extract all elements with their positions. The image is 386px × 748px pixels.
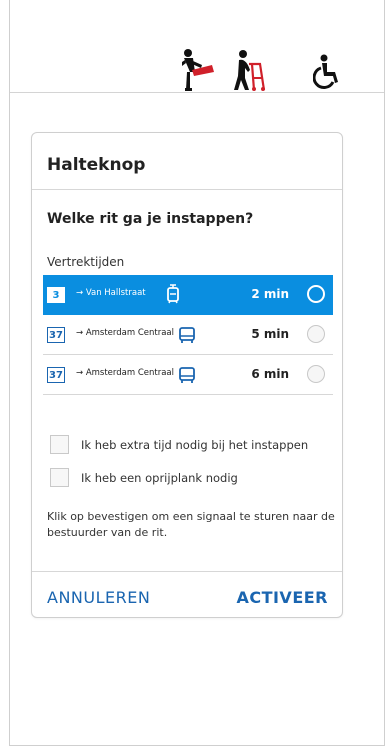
cancel-button[interactable]: ANNULEREN (47, 588, 150, 607)
bus-icon (179, 327, 195, 343)
destination: → Amsterdam Centraal (76, 368, 174, 378)
line-badge: 37 (47, 367, 65, 383)
halteknop-dialog: Halteknop Welke rit ga je instappen? Ver… (31, 132, 343, 618)
radio-unselected[interactable] (307, 365, 325, 383)
header-divider (10, 92, 384, 93)
destination: → Van Hallstraat (76, 288, 146, 298)
elderly-walker-icon (234, 50, 266, 91)
destination: → Amsterdam Centraal (76, 328, 174, 338)
info-text: Klik op bevestigen om een signaal te stu… (47, 510, 335, 539)
radio-unselected[interactable] (307, 325, 325, 343)
departure-row-3[interactable]: 37 → Amsterdam Centraal 6 min (43, 355, 333, 395)
wheelchair-icon (313, 54, 338, 90)
departure-time: 5 min (251, 327, 289, 341)
bus-icon (179, 367, 195, 383)
line-badge: 37 (47, 327, 65, 343)
extra-time-checkbox[interactable] (50, 435, 69, 454)
tram-icon (167, 284, 179, 304)
extra-time-label: Ik heb extra tijd nodig bij het instappe… (81, 438, 309, 452)
departure-row-2[interactable]: 37 → Amsterdam Centraal 5 min (43, 315, 333, 355)
departure-time: 2 min (251, 287, 289, 301)
radio-selected[interactable] (307, 285, 325, 303)
leg-kick-icon (182, 49, 214, 91)
departure-row-1[interactable]: 3 → Van Hallstraat 2 min (43, 275, 333, 315)
ramp-label: Ik heb een oprijplank nodig (81, 471, 238, 485)
line-badge: 3 (47, 287, 65, 303)
title-divider (32, 189, 342, 190)
question-heading: Welke rit ga je instappen? (47, 211, 254, 227)
row-divider (43, 394, 333, 395)
footer-divider (32, 571, 342, 572)
activate-button[interactable]: ACTIVEER (236, 588, 328, 607)
departure-time: 6 min (251, 367, 289, 381)
departures-header: Vertrektijden (47, 255, 125, 269)
dialog-title: Halteknop (47, 155, 146, 175)
ramp-checkbox[interactable] (50, 468, 69, 487)
